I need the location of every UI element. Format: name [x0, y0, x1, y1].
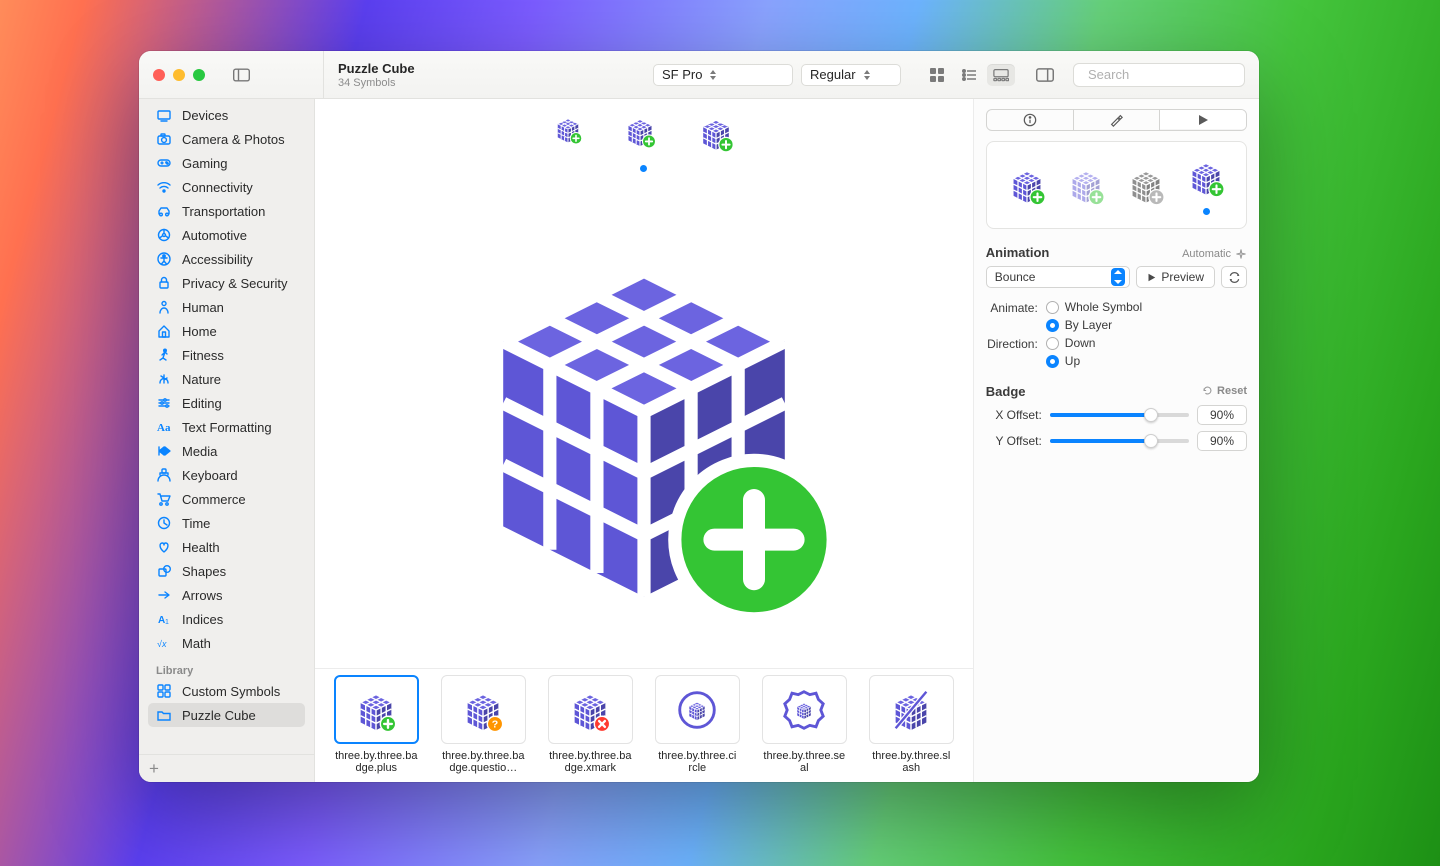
preview-variant-2 — [1065, 164, 1107, 206]
thumbnail[interactable]: three.by.three.seal — [755, 675, 854, 776]
sidebar-item-shapes[interactable]: Shapes — [148, 559, 305, 583]
inspector-tab-appearance[interactable] — [1074, 110, 1161, 130]
yoffset-label: Y Offset: — [986, 434, 1042, 448]
direction-label: Direction: — [986, 336, 1046, 351]
sidebar-footer: + — [139, 754, 314, 782]
preview-size-medium — [622, 113, 658, 149]
svg-text:√x: √x — [157, 639, 167, 649]
direction-option-down[interactable]: Down — [1046, 336, 1247, 350]
sidebar-library-item-custom-symbols[interactable]: Custom Symbols — [148, 679, 305, 703]
view-gallery-button[interactable] — [987, 64, 1015, 86]
preview-size-large — [696, 113, 736, 153]
thumbnail[interactable]: three.by.three.badge.plus — [327, 675, 426, 776]
sidebar-item-automotive[interactable]: Automotive — [148, 223, 305, 247]
sidebar-item-transportation[interactable]: Transportation — [148, 199, 305, 223]
sidebar-item-time[interactable]: Time — [148, 511, 305, 535]
search-input[interactable] — [1088, 67, 1259, 82]
sidebar-item-media[interactable]: Media — [148, 439, 305, 463]
svg-text:1: 1 — [165, 619, 169, 626]
inspector-tabs — [986, 109, 1247, 131]
sidebar-item-gaming[interactable]: Gaming — [148, 151, 305, 175]
view-grid-button[interactable] — [923, 64, 951, 86]
sidebar-item-devices[interactable]: Devices — [148, 103, 305, 127]
animation-section-label: Animation — [986, 245, 1050, 260]
badge-section-label: Badge — [986, 384, 1026, 399]
sidebar-item-privacy-security[interactable]: Privacy & Security — [148, 271, 305, 295]
sidebar-item-math[interactable]: √xMath — [148, 631, 305, 655]
yoffset-slider[interactable] — [1050, 439, 1189, 443]
zoom-window[interactable] — [193, 69, 205, 81]
sidebar-item-fitness[interactable]: Fitness — [148, 343, 305, 367]
svg-text:?: ? — [492, 718, 498, 730]
preview-size-small — [552, 113, 584, 145]
sidebar: DevicesCamera & PhotosGamingConnectivity… — [139, 99, 315, 782]
thumbnail[interactable]: three.by.three.slash — [862, 675, 961, 776]
document-subtitle: 34 Symbols — [338, 77, 415, 89]
main: three.by.three.badge.plus?three.by.three… — [315, 99, 973, 782]
thumbnail-strip: three.by.three.badge.plus?three.by.three… — [315, 668, 973, 782]
animation-type-select[interactable]: Bounce — [986, 266, 1131, 288]
sidebar-item-text-formatting[interactable]: AaText Formatting — [148, 415, 305, 439]
svg-text:Aa: Aa — [157, 422, 171, 434]
sidebar-item-health[interactable]: Health — [148, 535, 305, 559]
sidebar-item-camera-photos[interactable]: Camera & Photos — [148, 127, 305, 151]
direction-option-up[interactable]: Up — [1046, 354, 1247, 368]
sidebar-item-commerce[interactable]: Commerce — [148, 487, 305, 511]
thumbnail[interactable]: three.by.three.badge.xmark — [541, 675, 640, 776]
document-title: Puzzle Cube — [338, 61, 415, 76]
sidebar-item-nature[interactable]: Nature — [148, 367, 305, 391]
preview-variant-4 — [1185, 156, 1227, 198]
size-indicator-dot — [640, 165, 647, 172]
sidebar-item-arrows[interactable]: Arrows — [148, 583, 305, 607]
sidebar-item-home[interactable]: Home — [148, 319, 305, 343]
sparkle-icon — [1235, 248, 1247, 260]
yoffset-value[interactable]: 90% — [1197, 431, 1247, 451]
animate-option-by-layer[interactable]: By Layer — [1046, 318, 1247, 332]
sidebar-item-human[interactable]: Human — [148, 295, 305, 319]
title-stack: Puzzle Cube 34 Symbols — [338, 61, 415, 89]
xoffset-value[interactable]: 90% — [1197, 405, 1247, 425]
sidebar-library-item-puzzle-cube[interactable]: Puzzle Cube — [148, 703, 305, 727]
animate-option-whole-symbol[interactable]: Whole Symbol — [1046, 300, 1247, 314]
sidebar-item-keyboard[interactable]: Keyboard — [148, 463, 305, 487]
sidebar-item-editing[interactable]: Editing — [148, 391, 305, 415]
xoffset-slider[interactable] — [1050, 413, 1189, 417]
toggle-inspector-button[interactable] — [1031, 64, 1059, 86]
thumbnail[interactable]: three.by.three.circle — [648, 675, 747, 776]
preview-variant-1 — [1006, 164, 1048, 206]
canvas-large-symbol — [424, 192, 864, 632]
animate-label: Animate: — [986, 300, 1046, 315]
font-family-select[interactable]: SF Pro — [653, 64, 793, 86]
animation-mode-label: Automatic — [1182, 248, 1231, 260]
preview-variant-3 — [1125, 164, 1167, 206]
sidebar-item-connectivity[interactable]: Connectivity — [148, 175, 305, 199]
font-weight-select[interactable]: Regular — [801, 64, 901, 86]
minimize-window[interactable] — [173, 69, 185, 81]
inspector-tab-animation[interactable] — [1160, 110, 1246, 130]
traffic-lights — [153, 69, 205, 81]
animation-preview-box — [986, 141, 1247, 229]
toggle-sidebar-button[interactable] — [227, 64, 255, 86]
titlebar: Puzzle Cube 34 Symbols SF Pro Regular — [139, 51, 1259, 99]
canvas — [315, 99, 973, 668]
inspector-tab-info[interactable] — [987, 110, 1074, 130]
inspector: Animation Automatic Bounce Preview Anima… — [973, 99, 1259, 782]
reset-badge-button[interactable]: Reset — [1202, 385, 1247, 397]
xoffset-label: X Offset: — [986, 408, 1042, 422]
thumbnail[interactable]: ?three.by.three.badge.questio… — [434, 675, 533, 776]
view-list-button[interactable] — [955, 64, 983, 86]
add-library-button[interactable]: + — [149, 759, 159, 779]
sidebar-item-accessibility[interactable]: Accessibility — [148, 247, 305, 271]
sidebar-library-header: Library — [156, 665, 305, 677]
app-window: Puzzle Cube 34 Symbols SF Pro Regular — [139, 51, 1259, 782]
close-window[interactable] — [153, 69, 165, 81]
search-field[interactable] — [1073, 63, 1245, 87]
preview-animation-button[interactable]: Preview — [1136, 266, 1215, 288]
loop-button[interactable] — [1221, 266, 1247, 288]
sidebar-item-indices[interactable]: A1Indices — [148, 607, 305, 631]
